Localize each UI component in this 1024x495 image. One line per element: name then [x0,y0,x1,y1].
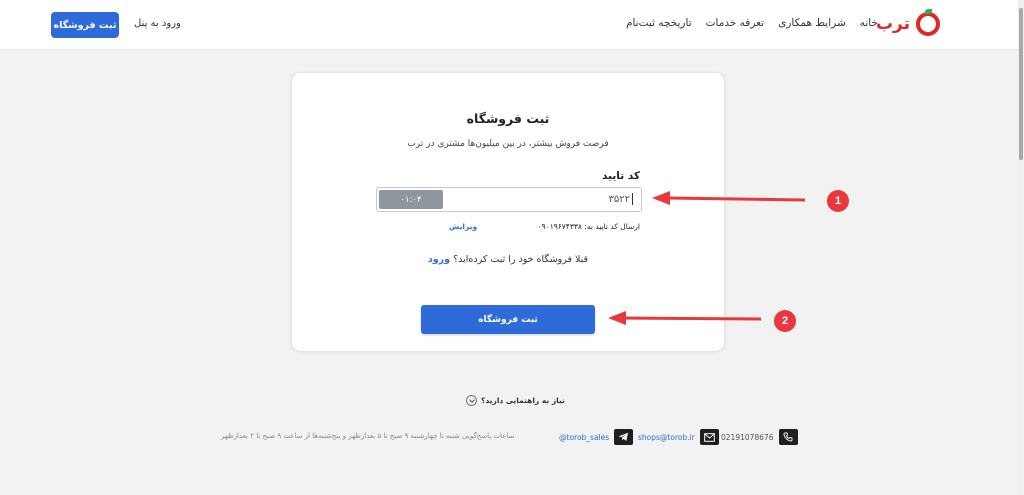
login-panel-link[interactable]: ورود به پنل [134,18,181,29]
telegram-link[interactable]: @torob_sales [559,433,609,442]
phone-icon [778,429,798,445]
nav-home[interactable]: خانه [860,17,878,29]
torob-logo[interactable]: ترب [875,9,940,36]
already-registered-row: قبلا فروشگاه خود را ثبت کرده‌اید؟ ورود [292,254,724,265]
code-sent-text: ارسال کد تایید به: ۰۹۰۱۹۶۷۴۳۳۸ [537,222,640,231]
phone-number: 02191078676 [721,432,774,442]
verification-code-label: کد تایید [601,170,640,182]
main-nav: خانه شرایط همکاری تعرفه خدمات تاریخچه ثب… [626,17,878,29]
register-shop-button[interactable]: ثبت فروشگاه [51,12,119,38]
footer-phone[interactable]: 02191078676 [721,429,798,445]
verification-code-input[interactable]: ۳۵۲۲ [609,193,633,205]
annotation-arrow-2 [608,311,762,325]
email-link[interactable]: shops@torob.ir [638,433,695,442]
page-scrollbar[interactable] [1018,0,1024,495]
help-label: نیاز به راهنمایی دارید؟ [481,396,565,405]
footer-telegram[interactable]: @torob_sales [559,429,634,445]
card-title: ثبت فروشگاه [466,111,550,126]
top-bar: ترب خانه شرایط همکاری تعرفه خدمات تاریخچ… [0,0,1018,50]
nav-registration-history[interactable]: تاریخچه ثبت‌نام [626,17,692,29]
submit-register-button[interactable]: ثبت فروشگاه [421,305,595,334]
card-subtitle: فرصت فروش بیشتر، در بین میلیون‌ها مشتری … [407,139,609,149]
telegram-icon [614,429,634,445]
help-toggle[interactable]: نیاز به راهنمایی دارید؟ [466,395,565,406]
nav-pricing[interactable]: تعرفه خدمات [706,17,764,29]
edit-phone-link[interactable]: ویرایش [449,222,477,231]
torob-logo-icon [916,9,940,36]
annotation-arrow-1 [652,191,806,205]
support-hours: ساعات پاسخ‌گویی شنبه تا چهارشنبه ۹ صبح ت… [221,432,515,440]
footer-email[interactable]: shops@torob.ir [638,429,719,445]
chevron-down-icon [466,395,477,406]
scroll-thumb[interactable] [1019,8,1023,160]
annotation-badge-2: 2 [774,310,796,332]
already-registered-text: قبلا فروشگاه خود را ثبت کرده‌اید؟ [453,254,589,265]
resend-timer: ۰۱:۰۴ [379,190,443,209]
annotation-badge-1: 1 [827,190,849,212]
mail-icon [699,429,719,445]
verification-code-field[interactable]: ۳۵۲۲ ۰۱:۰۴ [376,187,642,212]
login-link[interactable]: ورود [428,254,450,265]
nav-terms[interactable]: شرایط همکاری [778,17,846,29]
logo-text: ترب [875,14,910,34]
